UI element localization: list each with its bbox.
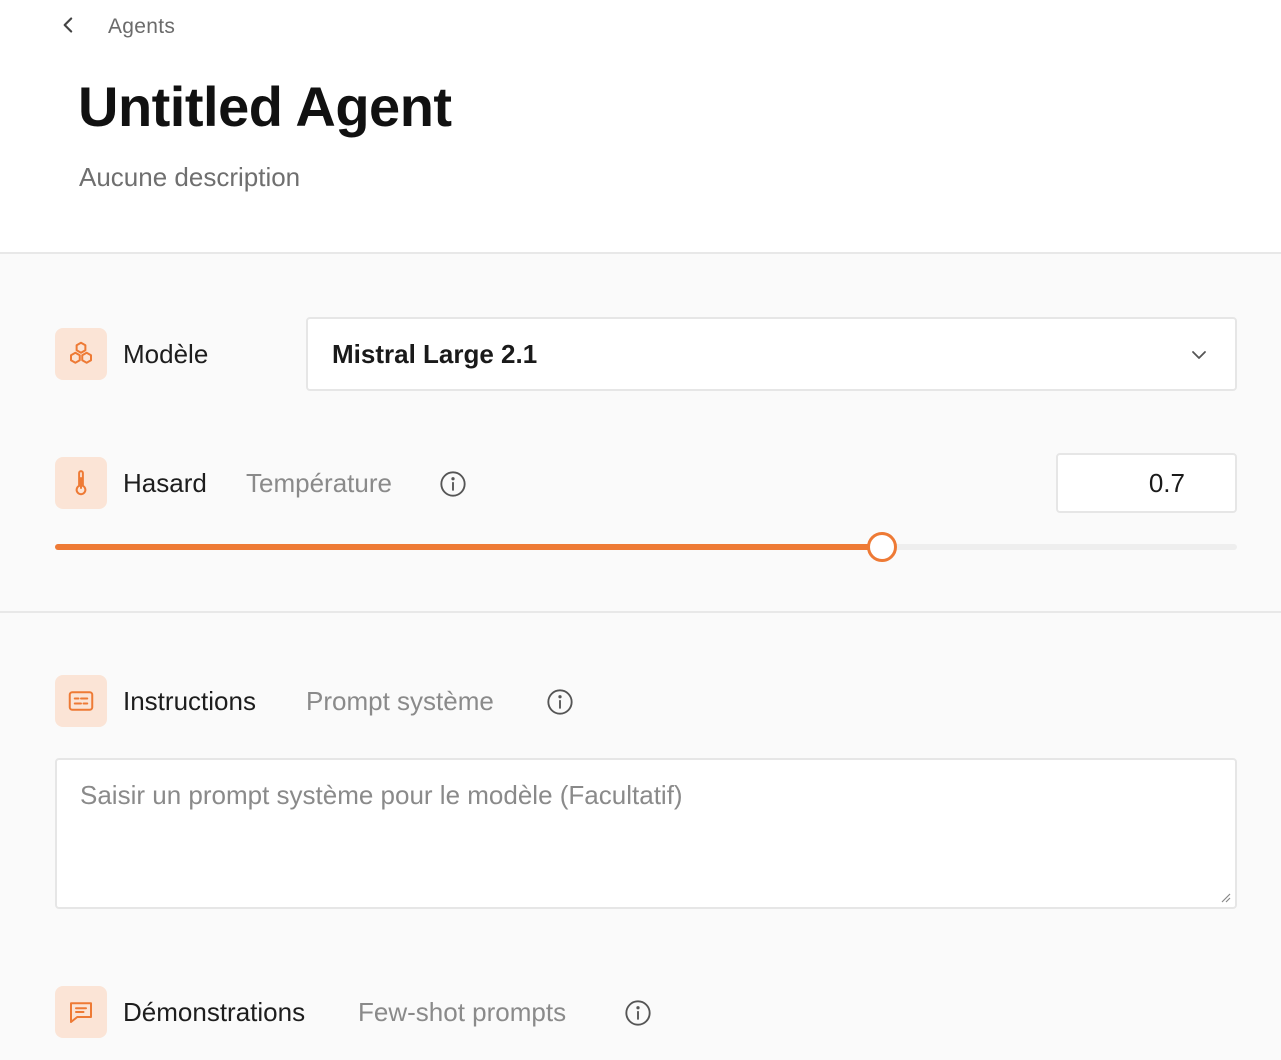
- instructions-label: Instructions: [123, 686, 256, 716]
- model-select-value: Mistral Large 2.1: [332, 338, 538, 369]
- instructions-icon-box: [55, 675, 107, 727]
- system-prompt-placeholder: Saisir un prompt système pour le modèle …: [80, 780, 683, 810]
- model-select[interactable]: Mistral Large 2.1: [306, 317, 1237, 391]
- cubes-icon: [70, 341, 92, 364]
- temperature-value: 0.7: [1148, 467, 1185, 498]
- system-prompt-sublabel: Prompt système: [306, 686, 494, 716]
- randomness-label: Hasard: [123, 468, 207, 498]
- chevron-down-icon: [1192, 351, 1206, 359]
- system-prompt-textarea[interactable]: Saisir un prompt système pour le modèle …: [55, 758, 1237, 909]
- slider-fill: [55, 544, 883, 550]
- back-link[interactable]: Agents: [56, 10, 175, 44]
- chevron-left-icon: [56, 12, 82, 43]
- thermometer-icon: [75, 470, 87, 496]
- randomness-icon-box: [55, 457, 107, 509]
- page-description[interactable]: Aucune description: [79, 162, 300, 193]
- temperature-input[interactable]: 0.7: [1056, 453, 1237, 513]
- info-icon[interactable]: [624, 999, 652, 1027]
- temperature-sublabel: Température: [246, 468, 392, 498]
- back-link-label: Agents: [108, 15, 176, 38]
- demonstrations-label: Démonstrations: [123, 997, 306, 1027]
- resize-handle-icon[interactable]: [1217, 889, 1231, 903]
- page-header: Agents Untitled Agent Aucune description: [0, 0, 1281, 254]
- demonstrations-icon-box: [55, 986, 107, 1038]
- section-divider: [0, 611, 1281, 613]
- slider-thumb[interactable]: [867, 532, 898, 562]
- text-box-icon: [68, 691, 94, 711]
- info-icon[interactable]: [546, 688, 574, 716]
- model-icon-box: [55, 328, 107, 380]
- few-shot-sublabel: Few-shot prompts: [358, 997, 567, 1027]
- info-icon[interactable]: [439, 470, 467, 498]
- page-title[interactable]: Untitled Agent: [78, 74, 452, 139]
- model-label: Modèle: [123, 339, 209, 369]
- temperature-slider[interactable]: [55, 530, 1237, 564]
- message-icon: [70, 1002, 92, 1023]
